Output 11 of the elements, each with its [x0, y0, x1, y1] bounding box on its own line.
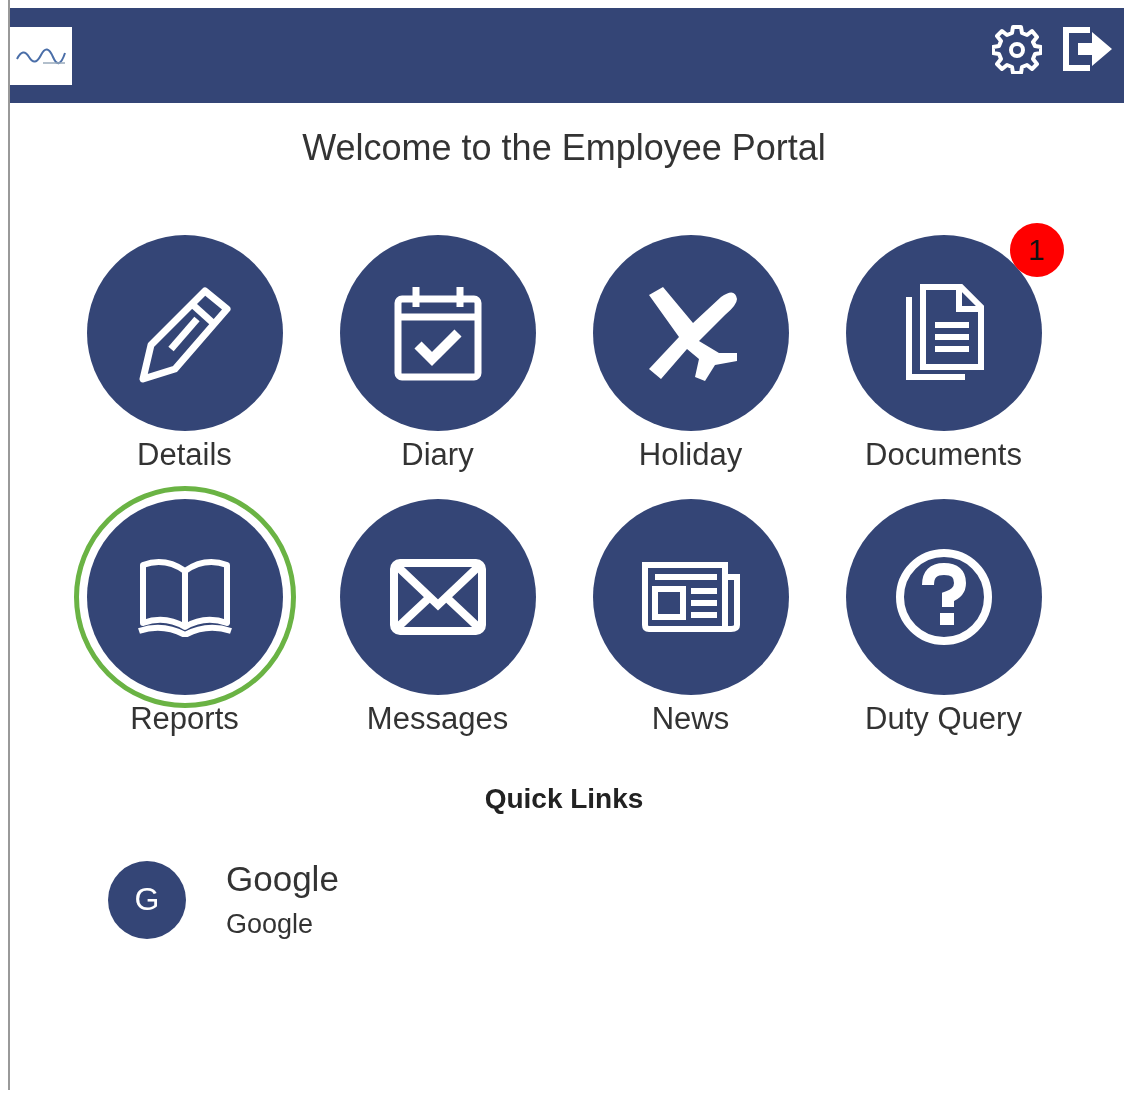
settings-button[interactable]: [992, 23, 1042, 74]
welcome-title: Welcome to the Employee Portal: [301, 127, 827, 169]
link-avatar[interactable]: G: [108, 860, 186, 939]
section-title: Quick Links: [483, 783, 645, 815]
link-subtitle: Google: [226, 909, 315, 940]
link-title[interactable]: Google: [226, 859, 339, 899]
newspaper-icon: [640, 559, 741, 635]
question-icon: [893, 547, 994, 647]
envelope-icon: [387, 557, 488, 637]
notification-badge: 1: [1009, 223, 1064, 277]
logo-icon: [10, 26, 72, 85]
